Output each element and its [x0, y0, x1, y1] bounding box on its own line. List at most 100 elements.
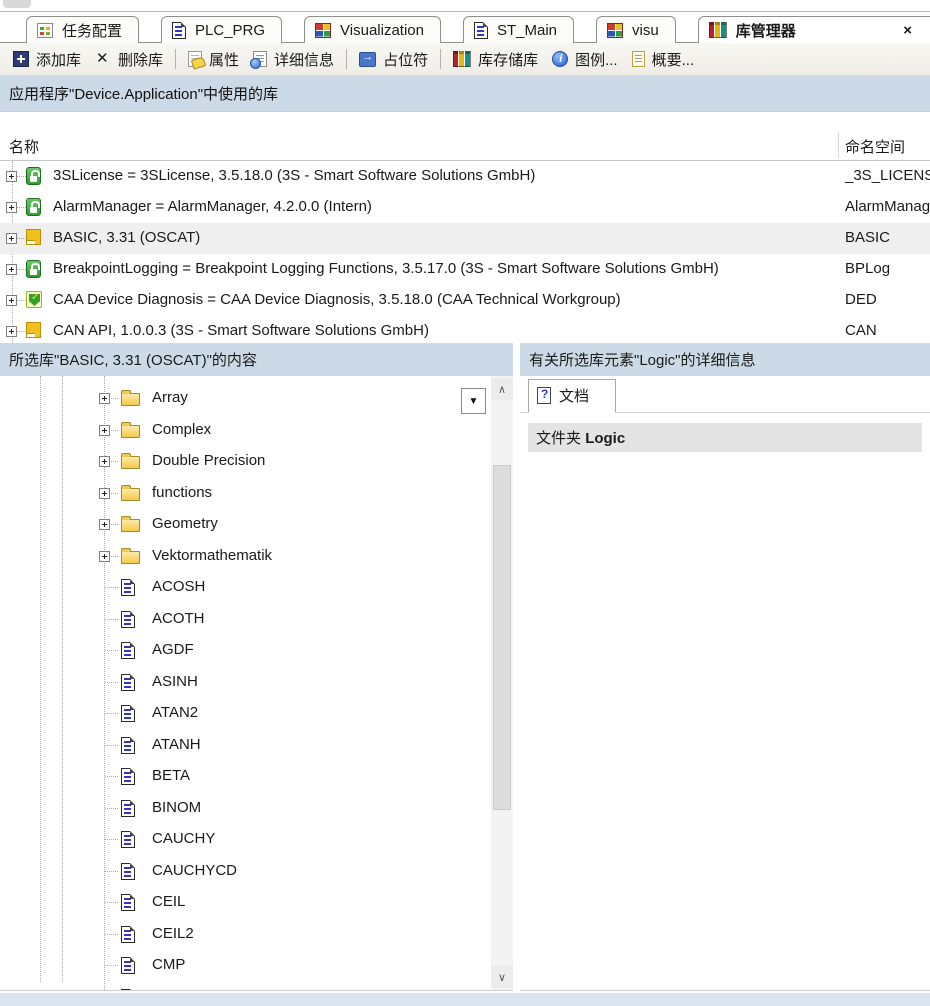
document-tab[interactable]: PLC_PRG [161, 16, 282, 43]
contents-pane-title: 所选库"BASIC, 3.31 (OSCAT)"的内容 [9, 349, 257, 370]
document-tab[interactable]: visu [596, 16, 676, 43]
tree-item[interactable]: functions [0, 478, 513, 510]
bottom-split: 所选库"BASIC, 3.31 (OSCAT)"的内容 Array [0, 343, 930, 991]
library-name: BASIC, 3.31 (OSCAT) [53, 229, 200, 246]
tab-icon [315, 23, 331, 38]
tree-item[interactable]: ATAN2 [0, 698, 513, 730]
tree-item-label: Double Precision [152, 452, 265, 469]
expand-icon[interactable] [6, 233, 17, 244]
toolbar-button[interactable]: 占位符 [352, 46, 435, 73]
tree-item[interactable] [0, 982, 513, 992]
details-pane-title: 有关所选库元素"Logic"的详细信息 [529, 349, 756, 370]
details-pane-header: 有关所选库元素"Logic"的详细信息 [520, 343, 930, 376]
toolbar-button[interactable]: 库存储库 [446, 46, 545, 73]
tree-item[interactable]: Vektormathematik [0, 541, 513, 573]
document-tab[interactable]: 任务配置 [26, 16, 139, 43]
documentation-heading: 文件夹 Logic [528, 423, 922, 452]
tree-item-label: CAUCHY [152, 830, 215, 847]
library-name: CAN API, 1.0.0.3 (3S - Smart Software So… [53, 322, 429, 339]
toolbar-entry: 详细信息 [246, 46, 341, 73]
close-icon[interactable]: × [903, 22, 914, 39]
expand-icon[interactable] [6, 171, 17, 182]
library-row[interactable]: AlarmManager = AlarmManager, 4.2.0.0 (In… [0, 192, 930, 223]
expand-icon[interactable] [6, 326, 17, 337]
tree-item-icon [121, 425, 140, 438]
top-strip [0, 0, 930, 12]
library-type-icon [26, 167, 41, 185]
document-tab[interactable]: Visualization [304, 16, 441, 43]
toolbar-button[interactable]: 添加库 [6, 46, 88, 73]
library-name: BreakpointLogging = Breakpoint Logging F… [53, 260, 719, 277]
tree-item-label: BINOM [152, 799, 201, 816]
library-namespace: CAN [845, 322, 877, 339]
expand-icon[interactable] [99, 393, 110, 404]
tree-item[interactable]: CEIL [0, 887, 513, 919]
toolbar-entry: 占位符 [352, 46, 435, 73]
column-header-name[interactable]: 名称 [9, 136, 39, 157]
vertical-scrollbar[interactable]: ∧ ∨ [491, 376, 513, 990]
document-tab[interactable]: ST_Main [463, 16, 574, 43]
toolbar-entry: 属性 [181, 46, 246, 73]
tree-item[interactable]: ATANH [0, 730, 513, 762]
expand-icon[interactable] [99, 551, 110, 562]
tree-item[interactable]: CAUCHY [0, 824, 513, 856]
tree-item-label: CAUCHYCD [152, 862, 237, 879]
tree-item[interactable]: CEIL2 [0, 919, 513, 951]
toolbar-button[interactable]: 删除库 [88, 46, 170, 73]
toolbar-button[interactable]: 详细信息 [246, 46, 341, 73]
details-pane-body: 文档 文件夹 Logic [520, 376, 930, 991]
expand-icon[interactable] [99, 456, 110, 467]
expand-icon[interactable] [6, 202, 17, 213]
library-row[interactable]: BASIC, 3.31 (OSCAT) BASIC [0, 223, 930, 254]
tree-item[interactable]: CAUCHYCD [0, 856, 513, 888]
toolbar-button-icon [95, 51, 111, 67]
document-tab[interactable]: 库管理器 × [698, 16, 930, 43]
expand-icon[interactable] [99, 425, 110, 436]
library-row[interactable]: CAA Device Diagnosis = CAA Device Diagno… [0, 285, 930, 316]
library-contents-tree: Array Complex Double Precision [0, 376, 513, 991]
tree-item[interactable]: Complex [0, 415, 513, 447]
tree-item[interactable]: BETA [0, 761, 513, 793]
tree-item-icon [121, 642, 135, 659]
tree-item[interactable]: Array [0, 383, 513, 415]
tree-item[interactable]: ASINH [0, 667, 513, 699]
toolbar-button[interactable]: 图例... [545, 46, 625, 73]
expand-icon[interactable] [6, 295, 17, 306]
library-row[interactable]: BreakpointLogging = Breakpoint Logging F… [0, 254, 930, 285]
toolbar-button[interactable]: 概要... [625, 46, 702, 73]
tree-item[interactable]: ACOSH [0, 572, 513, 604]
tree-item-icon [121, 831, 135, 848]
expand-icon[interactable] [99, 519, 110, 530]
tree-item-icon [121, 957, 135, 974]
scroll-up-icon[interactable]: ∧ [491, 378, 513, 400]
tab-documentation[interactable]: 文档 [528, 379, 616, 413]
library-row[interactable]: CAN API, 1.0.0.3 (3S - Smart Software So… [0, 316, 930, 343]
expand-icon[interactable] [6, 264, 17, 275]
toolbar-separator [175, 49, 176, 69]
tree-item-icon [121, 768, 135, 785]
library-namespace: BASIC [845, 229, 890, 246]
chevron-down-icon[interactable]: ▼ [461, 388, 486, 414]
tab-label: 库管理器 [736, 20, 796, 41]
toolbar-button[interactable]: 属性 [181, 46, 246, 73]
tree-item-label: CMP [152, 956, 185, 973]
row-connector [17, 300, 26, 301]
scroll-down-icon[interactable]: ∨ [491, 966, 513, 988]
column-header-namespace[interactable]: 命名空间 [845, 136, 905, 157]
row-connector [17, 269, 26, 270]
tree-item[interactable]: CMP [0, 950, 513, 982]
library-namespace: DED [845, 291, 877, 308]
tree-item[interactable]: Geometry [0, 509, 513, 541]
tab-icon [709, 22, 727, 38]
library-row[interactable]: 3SLicense = 3SLicense, 3.5.18.0 (3S - Sm… [0, 161, 930, 192]
library-contents-pane: 所选库"BASIC, 3.31 (OSCAT)"的内容 Array [0, 343, 520, 991]
tree-item[interactable]: ACOTH [0, 604, 513, 636]
scroll-fragment [3, 0, 31, 8]
row-connector [17, 176, 26, 177]
expand-icon[interactable] [99, 488, 110, 499]
toolbar-entry: 概要... [625, 46, 702, 73]
scrollbar-thumb[interactable] [493, 465, 511, 810]
tree-item[interactable]: AGDF [0, 635, 513, 667]
tree-item[interactable]: BINOM [0, 793, 513, 825]
tree-item[interactable]: Double Precision [0, 446, 513, 478]
